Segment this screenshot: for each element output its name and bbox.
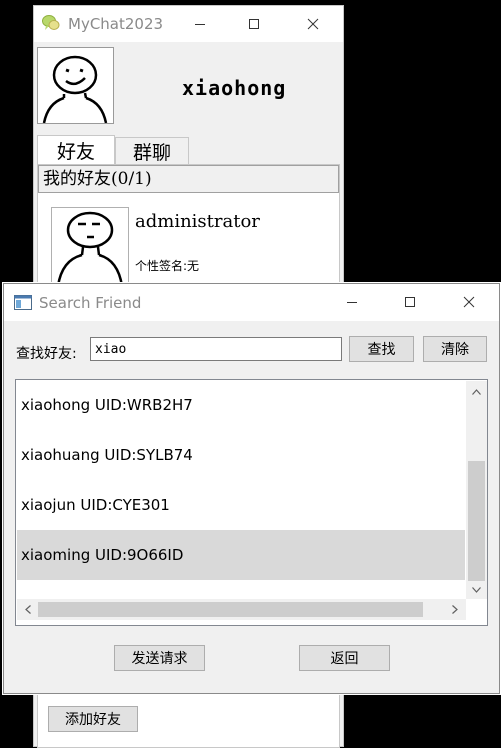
- friend-group-header[interactable]: 我的好友(0/1): [38, 165, 339, 193]
- window-app-icon: [14, 295, 32, 310]
- chat-bubble-icon: [42, 14, 60, 32]
- friend-name: administrator: [135, 211, 260, 232]
- main-titlebar: MyChat2023: [34, 6, 343, 42]
- close-icon: [307, 15, 319, 34]
- search-results-list[interactable]: xiaohong UID:WRB2H7 xiaohuang UID:SYLB74…: [15, 379, 488, 626]
- scroll-up-icon[interactable]: [468, 383, 485, 400]
- list-item[interactable]: xiaohuang UID:SYLB74: [17, 430, 465, 480]
- maximize-button[interactable]: [231, 6, 277, 42]
- search-friend-dialog: Search Friend 查找好友: 查找 清除 xiaohong UID:W…: [3, 283, 500, 694]
- scroll-right-icon[interactable]: [446, 601, 463, 618]
- list-item[interactable]: xiaohong UID:WRB2H7: [17, 380, 465, 430]
- scroll-left-icon[interactable]: [19, 601, 36, 618]
- friend-signature: 个性签名:无: [135, 259, 200, 273]
- tab-bar: 好友 群聊: [37, 135, 189, 165]
- tab-groups[interactable]: 群聊: [115, 137, 189, 164]
- maximize-icon: [404, 293, 416, 312]
- username-label: xiaohong: [182, 76, 287, 100]
- friend-face-icon: [56, 211, 124, 287]
- close-button[interactable]: [290, 6, 336, 42]
- smiley-avatar-icon: [42, 55, 108, 124]
- horizontal-scrollbar[interactable]: [17, 599, 466, 620]
- search-button[interactable]: 查找: [349, 336, 414, 362]
- search-label: 查找好友:: [16, 346, 77, 362]
- dialog-close-button[interactable]: [446, 284, 492, 321]
- main-window-title: MyChat2023: [68, 15, 164, 33]
- dialog-minimize-button[interactable]: [329, 284, 375, 321]
- send-request-button[interactable]: 发送请求: [114, 645, 205, 671]
- list-item[interactable]: xiaoming UID:9O66ID: [17, 530, 465, 580]
- close-icon: [463, 293, 475, 312]
- minimize-button[interactable]: [177, 6, 223, 42]
- dialog-title: Search Friend: [39, 294, 142, 312]
- add-friend-button[interactable]: 添加好友: [48, 706, 138, 732]
- search-input[interactable]: [90, 337, 342, 361]
- friend-avatar[interactable]: [51, 207, 129, 287]
- dialog-maximize-button[interactable]: [387, 284, 433, 321]
- minimize-icon: [194, 15, 206, 34]
- vertical-scroll-thumb[interactable]: [468, 461, 485, 581]
- clear-button[interactable]: 清除: [423, 336, 487, 362]
- tab-friends[interactable]: 好友: [37, 135, 115, 164]
- minimize-icon: [346, 293, 358, 312]
- list-item[interactable]: xiaojun UID:CYE301: [17, 480, 465, 530]
- vertical-scrollbar[interactable]: [466, 381, 487, 599]
- back-button[interactable]: 返回: [299, 645, 390, 671]
- horizontal-scroll-thumb[interactable]: [38, 602, 423, 617]
- dialog-titlebar: Search Friend: [4, 284, 499, 321]
- user-avatar[interactable]: [37, 47, 114, 124]
- maximize-icon: [248, 15, 260, 34]
- scroll-down-icon[interactable]: [468, 581, 485, 598]
